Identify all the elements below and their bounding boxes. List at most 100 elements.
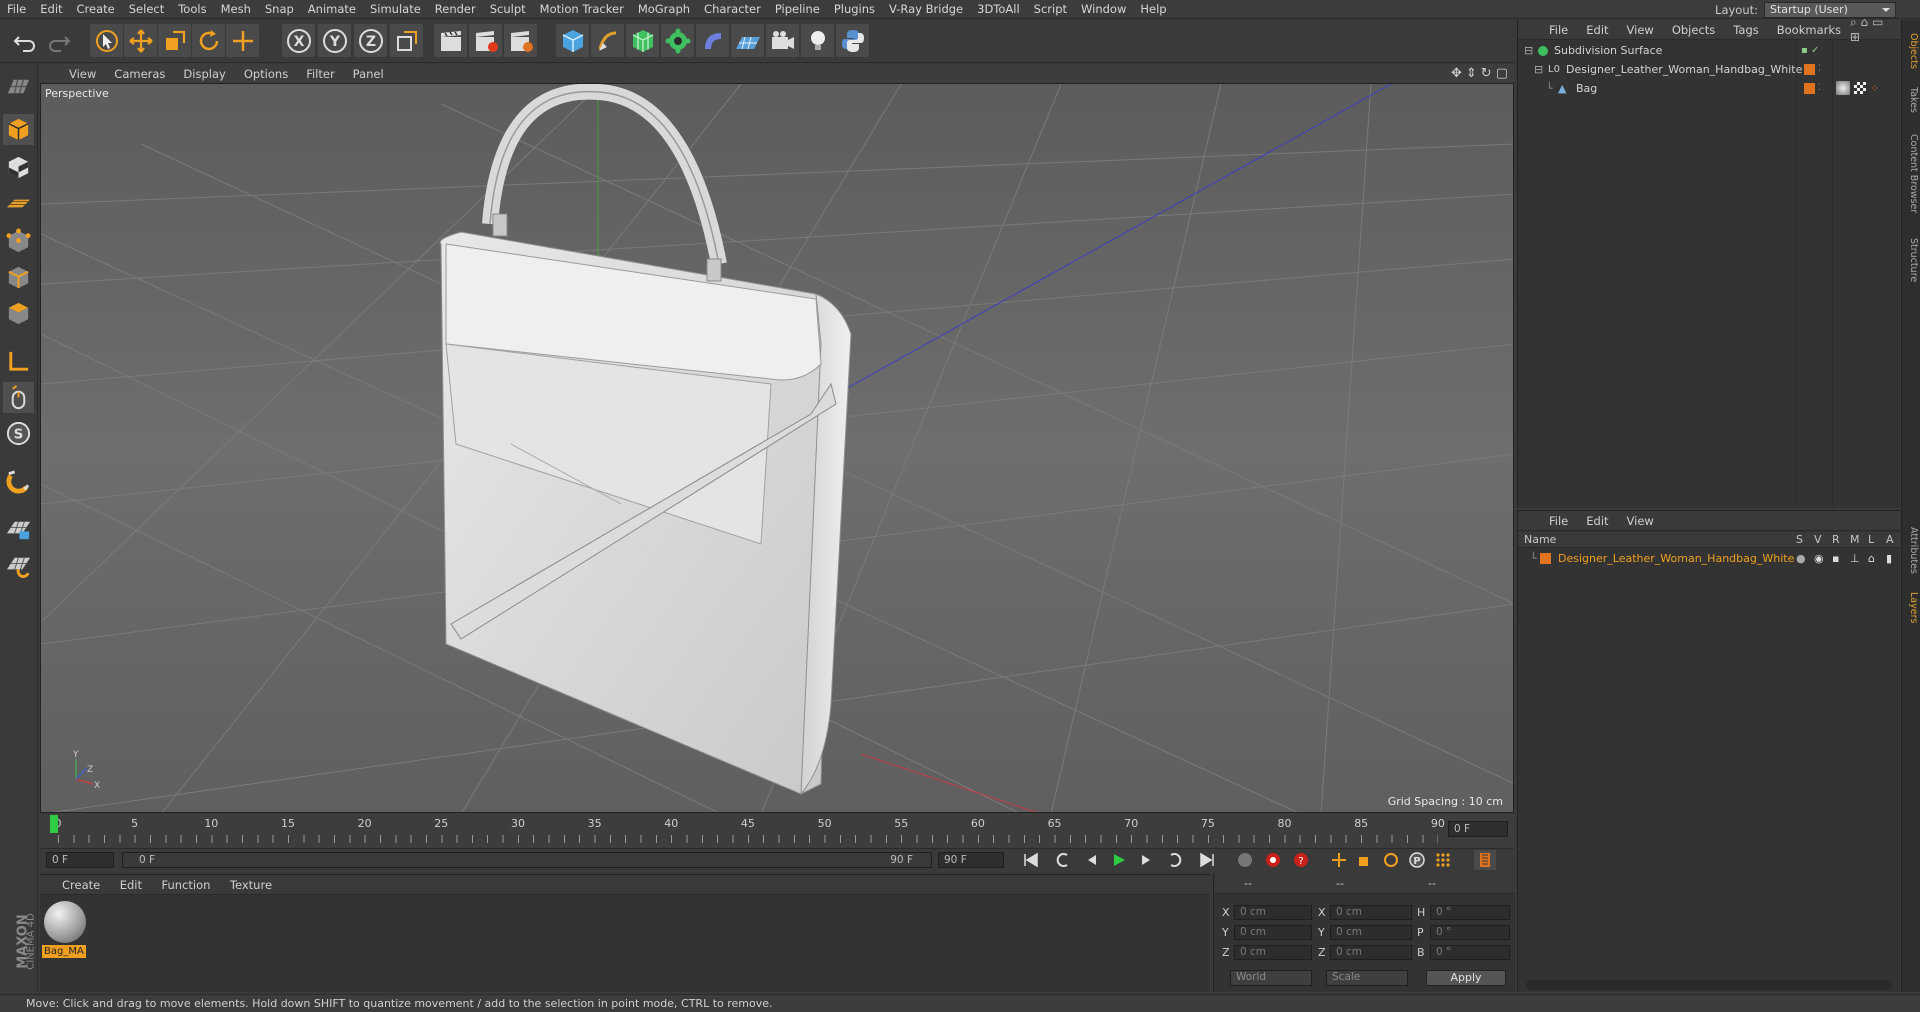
redo-button[interactable] (42, 24, 75, 57)
menu-mograph[interactable]: MoGraph (631, 0, 697, 19)
python-button[interactable] (836, 24, 869, 57)
layer-menu-edit[interactable]: Edit (1577, 514, 1617, 528)
menu-window[interactable]: Window (1074, 0, 1133, 19)
timeline-cursor[interactable] (50, 815, 58, 833)
tab-attributes[interactable]: Attributes (1904, 520, 1919, 580)
tab-structure[interactable]: Structure (1904, 230, 1919, 290)
edit-render-settings-button[interactable] (504, 24, 537, 57)
tab-takes[interactable]: Takes (1904, 82, 1919, 118)
menu-select[interactable]: Select (122, 0, 171, 19)
bend-deformer-button[interactable] (696, 24, 729, 57)
material-swatch[interactable]: Bag_MA (42, 901, 88, 961)
end-frame-field[interactable]: 90 F (938, 852, 1004, 868)
tab-content-browser[interactable]: Content Browser (1904, 124, 1919, 224)
material-menu-function[interactable]: Function (154, 875, 219, 895)
menu-mesh[interactable]: Mesh (214, 0, 258, 19)
object-menu-tags[interactable]: Tags (1724, 23, 1767, 37)
frame-range-slider[interactable]: 0 F 90 F (122, 852, 932, 868)
object-menu-objects[interactable]: Objects (1663, 23, 1724, 37)
menu-edit[interactable]: Edit (33, 0, 69, 19)
y-axis-lock[interactable]: Y (318, 24, 351, 57)
rotate-view-icon[interactable]: ↻ (1481, 66, 1492, 81)
model-mode-button[interactable] (3, 114, 34, 145)
layer-menu-view[interactable]: View (1618, 514, 1663, 528)
timeline-window-button[interactable] (1474, 850, 1496, 870)
points-mode-button[interactable] (3, 226, 34, 257)
floor-button[interactable] (731, 24, 764, 57)
previous-frame-button[interactable] (1080, 850, 1102, 870)
axis-mode-button[interactable] (3, 346, 34, 377)
layer-color-icon[interactable] (1804, 83, 1815, 94)
material-menu-create[interactable]: Create (54, 875, 108, 895)
parameter-key-button[interactable]: P (1406, 850, 1428, 870)
keyframe-selection-button[interactable]: ? (1290, 850, 1312, 870)
layer-animation-icon[interactable]: ▮ (1886, 549, 1892, 568)
go-to-start-button[interactable] (1020, 850, 1042, 870)
perspective-viewport[interactable]: Y X Z Perspective Grid Spacing : 10 cm (40, 83, 1514, 813)
snap-button[interactable] (3, 466, 34, 497)
point-level-key-button[interactable] (1432, 850, 1454, 870)
z-axis-lock[interactable]: Z (354, 24, 387, 57)
start-frame-field[interactable]: 0 F (46, 852, 114, 868)
menu-motion-tracker[interactable]: Motion Tracker (533, 0, 631, 19)
autokeying-button[interactable] (1262, 850, 1284, 870)
move-tool[interactable] (124, 24, 157, 57)
object-row-subdivision-surface[interactable]: ⊟ Subdivision Surface ▪ ✓ (1518, 41, 1900, 60)
visibility-toggle-icon[interactable]: ▪ ✓ (1801, 41, 1819, 60)
layer-horizontal-scrollbar[interactable] (1526, 980, 1892, 990)
locked-workplane-button[interactable] (3, 550, 34, 581)
layer-color-icon[interactable] (1804, 64, 1815, 75)
rot-p-field[interactable]: 0 ° (1430, 925, 1510, 940)
layer-menu-file[interactable]: File (1540, 514, 1577, 528)
edges-mode-button[interactable] (3, 262, 34, 293)
cube-object-button[interactable] (556, 24, 589, 57)
layer-render-icon[interactable]: ▪ (1832, 549, 1839, 568)
search-icon[interactable]: ⌕ ⌂ ▭ ⊞ (1850, 15, 1892, 44)
live-selection-tool[interactable] (90, 24, 123, 57)
tab-layers[interactable]: Layers (1904, 586, 1919, 630)
go-to-end-button[interactable] (1196, 850, 1218, 870)
menu-render[interactable]: Render (428, 0, 483, 19)
menu-plugins[interactable]: Plugins (827, 0, 882, 19)
menu-file[interactable]: File (0, 0, 33, 19)
spline-pen-button[interactable] (591, 24, 624, 57)
recent-tool[interactable] (226, 24, 259, 57)
size-y-field[interactable]: 0 cm (1330, 925, 1412, 940)
rotate-tool[interactable] (192, 24, 225, 57)
object-menu-bookmarks[interactable]: Bookmarks (1768, 23, 1850, 37)
material-tag-icon[interactable] (1836, 81, 1850, 95)
menu-simulate[interactable]: Simulate (363, 0, 428, 19)
dolly-view-icon[interactable]: ⇕ (1466, 66, 1477, 81)
position-key-button[interactable] (1328, 850, 1350, 870)
object-menu-edit[interactable]: Edit (1577, 23, 1617, 37)
pos-z-field[interactable]: 0 cm (1234, 945, 1312, 960)
render-view-button[interactable] (434, 24, 467, 57)
previous-key-button[interactable] (1052, 850, 1074, 870)
layer-visible-icon[interactable]: ◉ (1814, 549, 1824, 568)
play-button[interactable] (1108, 850, 1130, 870)
current-frame-field[interactable]: 0 F (1448, 821, 1508, 837)
pos-y-field[interactable]: 0 cm (1234, 925, 1312, 940)
object-row-bag[interactable]: └ ▲ Bag ⁚ ⁘ (1518, 79, 1900, 98)
collapse-toggle-icon[interactable]: ⊟ (1524, 41, 1533, 60)
workplane-mode-button[interactable] (3, 188, 34, 219)
subdivision-surface-button[interactable] (626, 24, 659, 57)
cloner-button[interactable] (661, 24, 694, 57)
viewport-menu-filter[interactable]: Filter (297, 67, 343, 81)
viewport-menu-display[interactable]: Display (174, 67, 234, 81)
layer-solo-icon[interactable]: ● (1796, 549, 1806, 568)
layer-color-swatch[interactable] (1540, 553, 1551, 564)
menu-vray-bridge[interactable]: V-Ray Bridge (882, 0, 970, 19)
menu-snap[interactable]: Snap (258, 0, 301, 19)
menu-create[interactable]: Create (70, 0, 122, 19)
workplane-snap-button[interactable] (3, 514, 34, 545)
layer-lock-icon[interactable]: ⌂ (1868, 549, 1875, 568)
make-editable-button[interactable] (3, 70, 34, 101)
viewport-menu-cameras[interactable]: Cameras (105, 67, 174, 81)
next-key-button[interactable] (1164, 850, 1186, 870)
pos-x-field[interactable]: 0 cm (1234, 905, 1312, 920)
apply-button[interactable]: Apply (1426, 970, 1506, 986)
menu-character[interactable]: Character (697, 0, 768, 19)
scale-key-button[interactable] (1354, 850, 1376, 870)
maximize-view-icon[interactable]: ▢ (1496, 66, 1508, 81)
